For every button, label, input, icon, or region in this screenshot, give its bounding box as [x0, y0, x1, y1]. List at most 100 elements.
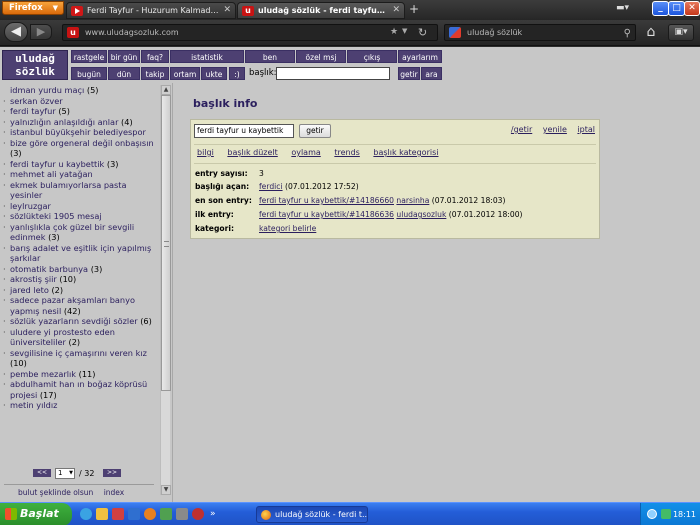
topic-link[interactable]: mehmet ali yatağan	[10, 169, 93, 179]
menu-ukte[interactable]: ukte	[201, 67, 227, 80]
menu-takip[interactable]: takip	[141, 67, 169, 80]
menu-ortam[interactable]: ortam	[170, 67, 200, 80]
url-history-dropdown-icon[interactable]: ▼	[402, 27, 407, 35]
site-logo[interactable]: uludağ sözlük	[2, 50, 68, 80]
menu-istatistik[interactable]: istatistik	[170, 50, 244, 63]
folder-icon[interactable]	[96, 508, 108, 520]
scroll-down-arrow-icon[interactable]: ▼	[161, 485, 171, 495]
topic-link[interactable]: otomatik barbunya	[10, 264, 88, 274]
last-entry-link[interactable]: ferdi tayfur u kaybettik/#14186660	[259, 196, 394, 205]
bulut-link[interactable]: bulut şeklinde olsun	[18, 488, 93, 497]
list-item[interactable]: · barış adalet ve eşitlik için yapılmış ş…	[2, 243, 158, 264]
start-button[interactable]: Başlat	[0, 503, 72, 525]
maximize-button[interactable]: □	[668, 1, 685, 16]
pager-next-button[interactable]: >>	[103, 469, 121, 477]
url-bar[interactable]: u www.uludagsozluk.com	[62, 24, 438, 41]
menu-ben[interactable]: ben	[245, 50, 295, 63]
close-icon[interactable]: ✕	[223, 3, 231, 18]
topic-link[interactable]: leylruzgar	[10, 201, 51, 211]
last-entry-author-link[interactable]: narsinha	[396, 196, 429, 205]
topic-link[interactable]: sözlükteki 1905 mesaj	[10, 211, 102, 221]
topic-link[interactable]: istanbul büyükşehir belediyespor	[10, 127, 146, 137]
list-item[interactable]: · sadece pazar akşamları banyo yapmış nes…	[2, 295, 158, 316]
firefox-icon[interactable]	[144, 508, 156, 520]
desktop-icon[interactable]	[128, 508, 140, 520]
app-icon[interactable]	[176, 508, 188, 520]
list-item[interactable]: · otomatik barbunya (3)	[2, 264, 158, 275]
getir-button[interactable]: getir	[398, 67, 420, 80]
menu-ozel-msj[interactable]: özel msj	[296, 50, 346, 63]
first-entry-link[interactable]: ferdi tayfur u kaybettik/#14186636	[259, 210, 394, 219]
list-item[interactable]: · mehmet ali yatağan	[2, 169, 158, 180]
network-icon[interactable]	[647, 509, 657, 519]
list-item[interactable]: · akrostiş şiir (10)	[2, 274, 158, 285]
action-yenile-link[interactable]: yenile	[543, 125, 567, 134]
firefox-menu-button[interactable]: Firefox ▼	[2, 1, 64, 15]
taskbar-item-firefox[interactable]: uludağ sözlük - ferdi t...	[256, 506, 368, 523]
bookmarks-menu-button[interactable]: ▣▾	[668, 24, 694, 41]
tab-baslik-duzelt[interactable]: başlık düzelt	[227, 148, 277, 157]
topic-link[interactable]: abdulhamit han ın boğaz köprüsü projesi	[10, 379, 147, 400]
list-item[interactable]: · uludere yi prostesto eden üniversitelil…	[2, 327, 158, 348]
topic-link[interactable]: bize göre orgeneral değil onbaşısın	[10, 138, 154, 148]
menu-ayarlarim[interactable]: ayarlarım	[398, 50, 442, 63]
topic-link[interactable]: pembe mezarlık	[10, 369, 76, 379]
back-button[interactable]: ◀	[4, 22, 28, 42]
set-category-link[interactable]: kategori belirle	[259, 224, 316, 233]
sidebar-scrollbar[interactable]: ▲ ▼	[160, 85, 171, 495]
list-item[interactable]: · sözlükteki 1905 mesaj	[2, 211, 158, 222]
window-close-button[interactable]: ✕	[684, 1, 700, 16]
menu-bir-gun[interactable]: bir gün	[108, 50, 140, 63]
search-icon[interactable]: ⚲	[624, 26, 631, 41]
tab-bilgi[interactable]: bilgi	[197, 148, 214, 157]
forward-button[interactable]: ▶	[30, 24, 52, 40]
list-item[interactable]: · metin yıldız	[2, 400, 158, 411]
tab-uludag[interactable]: u uludağ sözlük - ferdi tayfur u kay... …	[237, 2, 405, 19]
author-link[interactable]: ferdici	[259, 182, 283, 191]
topic-link[interactable]: yanlışlıkla çok güzel bir sevgili edinme…	[10, 222, 134, 243]
tab-youtube[interactable]: Ferdi Tayfur - Huzurum Kalmadı (Full Fil…	[66, 2, 236, 19]
list-item[interactable]: · istanbul büyükşehir belediyespor	[2, 127, 158, 138]
close-icon[interactable]: ✕	[392, 3, 400, 18]
ara-button[interactable]: ara	[421, 67, 442, 80]
list-item[interactable]: · sevgilisine iç çamaşırını veren kız (10…	[2, 348, 158, 369]
search-engine-icon[interactable]	[449, 27, 461, 38]
topic-link[interactable]: jared leto	[10, 285, 49, 295]
list-item[interactable]: · ferdi tayfur (5)	[2, 106, 158, 117]
menu-rastgele[interactable]: rastgele	[71, 50, 107, 63]
search-bar[interactable]: uludağ sözlük ⚲	[444, 24, 636, 41]
topic-link[interactable]: barış adalet ve eşitlik için yapılmış şa…	[10, 243, 151, 264]
list-item[interactable]: · yalnızlığın anlaşıldığı anlar (4)	[2, 117, 158, 128]
topic-getir-button[interactable]: getir	[299, 124, 331, 138]
ie-icon[interactable]	[80, 508, 92, 520]
new-tab-button[interactable]: +	[409, 2, 419, 17]
list-item[interactable]: · sözlük yazarların sevdiği sözler (6)	[2, 316, 158, 327]
topic-link[interactable]: sözlük yazarların sevdiği sözler	[10, 316, 138, 326]
tab-oylama[interactable]: oylama	[291, 148, 320, 157]
security-icon[interactable]	[661, 509, 671, 519]
home-icon[interactable]: ⌂	[640, 23, 662, 42]
topic-link[interactable]: serkan özver	[10, 96, 63, 106]
page-select[interactable]: 1 ▼	[55, 468, 75, 479]
action-getir-link[interactable]: /getir	[511, 125, 532, 134]
topic-link[interactable]: metin yıldız	[10, 400, 57, 410]
topic-link[interactable]: idman yurdu maçı	[10, 85, 84, 95]
topic-link[interactable]: akrostiş şiir	[10, 274, 57, 284]
menu-faq[interactable]: faq?	[141, 50, 169, 63]
scroll-thumb[interactable]	[161, 95, 171, 391]
topic-link[interactable]: yalnızlığın anlaşıldığı anlar	[10, 117, 118, 127]
menu-bugun[interactable]: bugün	[71, 67, 107, 80]
list-item[interactable]: · ekmek bulamıyorlarsa pasta yesinler	[2, 180, 158, 201]
tab-trends[interactable]: trends	[334, 148, 360, 157]
tab-groups-icon[interactable]: ▬▾	[616, 3, 634, 15]
topic-link[interactable]: ekmek bulamıyorlarsa pasta yesinler	[10, 180, 127, 201]
topic-title-input[interactable]: ferdi tayfur u kaybettik	[194, 124, 294, 138]
tab-baslik-kategorisi[interactable]: başlık kategorisi	[373, 148, 438, 157]
chevron-right-icon[interactable]: »	[210, 508, 220, 520]
media-icon[interactable]	[112, 508, 124, 520]
bookmark-star-icon[interactable]: ★	[390, 27, 398, 37]
app-icon[interactable]	[160, 508, 172, 520]
topic-link[interactable]: uludere yi prostesto eden üniversitelile…	[10, 327, 115, 348]
reload-icon[interactable]: ↻	[418, 26, 427, 39]
topic-link[interactable]: ferdi tayfur	[10, 106, 56, 116]
